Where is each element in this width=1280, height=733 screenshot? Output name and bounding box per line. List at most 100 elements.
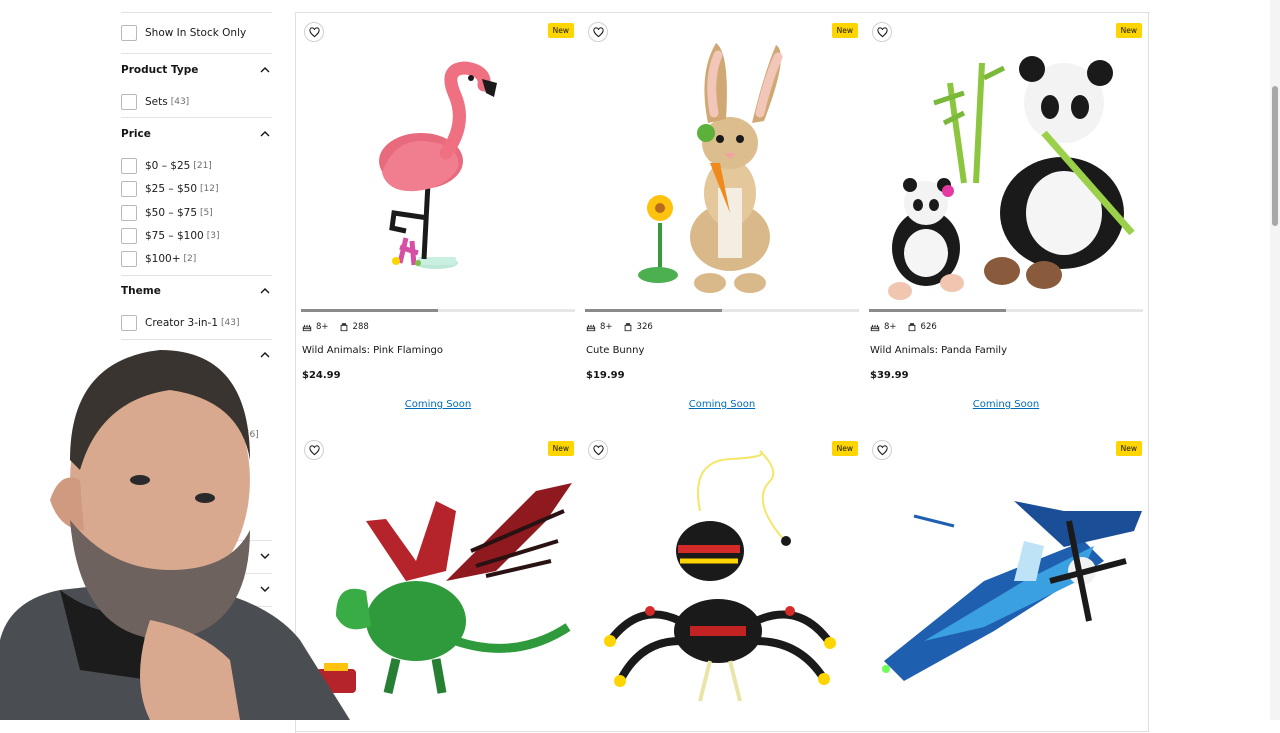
product-meta: 8+ 288 <box>302 322 369 332</box>
option-count: [43] <box>170 97 190 107</box>
filter-option-price[interactable]: $50 – $75 [5] <box>121 204 213 222</box>
filter-option-price[interactable]: $0 – $25 [21] <box>121 157 212 175</box>
piece-count: 626 <box>920 322 937 332</box>
divider <box>121 117 272 118</box>
option-count: [12] <box>200 184 219 194</box>
option-label: Sets <box>145 96 168 108</box>
checkbox[interactable] <box>121 94 137 110</box>
product-meta: 8+ 326 <box>586 322 653 332</box>
checkbox[interactable] <box>121 251 137 267</box>
chevron-up-icon <box>260 288 270 294</box>
chevron-up-icon <box>260 131 270 137</box>
theme-title: Theme <box>121 285 161 297</box>
option-count: [5] <box>200 208 213 218</box>
product-image-flamingo[interactable] <box>296 13 580 309</box>
new-badge: New <box>1115 23 1142 38</box>
image-carousel-indicator <box>585 309 859 312</box>
coming-soon-link[interactable]: Coming Soon <box>864 399 1148 410</box>
product-meta: 8+ 626 <box>870 322 937 332</box>
checkbox[interactable] <box>121 205 137 221</box>
new-badge: New <box>547 23 574 38</box>
cake-age-icon <box>302 324 312 332</box>
price-header[interactable]: Price <box>121 125 272 143</box>
option-label: $50 – $75 <box>145 207 198 219</box>
wishlist-button[interactable] <box>588 440 608 460</box>
new-badge: New <box>1115 441 1142 456</box>
piece-count: 288 <box>352 322 369 332</box>
heart-icon <box>592 26 604 37</box>
carousel-indicator-fill <box>301 309 438 312</box>
wishlist-button[interactable] <box>872 22 892 42</box>
price-title: Price <box>121 128 151 140</box>
coming-soon-link[interactable]: Coming Soon <box>580 399 864 410</box>
image-carousel-indicator <box>869 309 1143 312</box>
option-count: [43] <box>221 318 240 328</box>
age-range: 8+ <box>600 322 613 332</box>
product-type-header[interactable]: Product Type <box>121 61 272 79</box>
theme-header[interactable]: Theme <box>121 282 272 300</box>
brick-pieces-icon <box>340 323 347 332</box>
product-name[interactable]: Cute Bunny <box>586 345 644 356</box>
brick-pieces-icon <box>624 323 631 332</box>
new-badge: New <box>547 441 574 456</box>
product-card[interactable]: New 8+ 326 Cute Bunny $19.99 Coming Soon <box>580 13 865 432</box>
filter-option-sets[interactable]: Sets [43] <box>121 93 189 111</box>
wishlist-button[interactable] <box>872 440 892 460</box>
heart-icon <box>876 444 888 455</box>
product-card[interactable]: New 8+ 626 Wild Animals: Panda Family $3… <box>864 13 1149 432</box>
in-stock-filter[interactable]: Show In Stock Only <box>121 24 246 42</box>
carousel-indicator-fill <box>585 309 722 312</box>
in-stock-label: Show In Stock Only <box>145 27 247 39</box>
heart-icon <box>876 26 888 37</box>
new-badge: New <box>831 441 858 456</box>
carousel-indicator-fill <box>869 309 1006 312</box>
chevron-up-icon <box>260 67 270 73</box>
option-label: $75 – $100 <box>145 230 204 242</box>
product-card[interactable]: New <box>864 431 1149 732</box>
product-image-panda[interactable] <box>864 13 1148 309</box>
filter-option-price[interactable]: $25 – $50 [12] <box>121 180 219 198</box>
heart-icon <box>592 444 604 455</box>
product-price: $19.99 <box>586 370 625 381</box>
age-range: 8+ <box>316 322 329 332</box>
wishlist-button[interactable] <box>304 22 324 42</box>
product-image-plane[interactable] <box>864 431 1148 727</box>
wishlist-button[interactable] <box>588 22 608 42</box>
product-price: $39.99 <box>870 370 909 381</box>
cake-age-icon <box>586 324 596 332</box>
option-label: $25 – $50 <box>145 183 198 195</box>
product-card[interactable]: New <box>580 431 865 732</box>
filter-option-price[interactable]: $75 – $100 [3] <box>121 227 219 245</box>
divider <box>121 12 272 13</box>
image-carousel-indicator <box>301 309 575 312</box>
divider <box>121 53 272 54</box>
divider <box>121 275 272 276</box>
filter-option-theme[interactable]: Creator 3-in-1 [43] <box>121 314 240 332</box>
age-range: 8+ <box>884 322 897 332</box>
checkbox[interactable] <box>121 25 137 41</box>
option-count: [3] <box>206 231 220 241</box>
heart-icon <box>308 26 320 37</box>
product-type-title: Product Type <box>121 64 199 76</box>
presenter-webcam-overlay <box>0 350 350 720</box>
filter-option-price[interactable]: $100+ [2] <box>121 250 196 268</box>
cake-age-icon <box>870 324 880 332</box>
option-label: $0 – $25 <box>145 160 191 172</box>
checkbox[interactable] <box>121 315 137 331</box>
option-label: $100+ <box>145 253 181 265</box>
option-count: [21] <box>193 161 212 171</box>
checkbox[interactable] <box>121 181 137 197</box>
brick-pieces-icon <box>908 323 915 332</box>
checkbox[interactable] <box>121 158 137 174</box>
new-badge: New <box>831 23 858 38</box>
option-count: [2] <box>183 254 197 264</box>
scrollbar-thumb[interactable] <box>1272 86 1278 226</box>
page-scrollbar[interactable] <box>1270 0 1280 720</box>
product-image-spider[interactable] <box>580 431 864 727</box>
option-label: Creator 3-in-1 <box>145 317 219 329</box>
product-name[interactable]: Wild Animals: Panda Family <box>870 345 1007 356</box>
product-image-bunny[interactable] <box>580 13 864 309</box>
product-grid: New 8+ 288 Wild Animals: Pink Flamingo $… <box>295 12 1150 733</box>
checkbox[interactable] <box>121 228 137 244</box>
piece-count: 326 <box>636 322 653 332</box>
